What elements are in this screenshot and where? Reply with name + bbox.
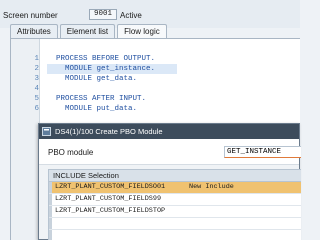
include-selection-header: INCLUDE Selection — [49, 170, 301, 182]
pbo-module-input[interactable] — [224, 146, 301, 158]
include-selection-table: INCLUDE Selection LZRT_PLANT_CUSTOM_FIEL… — [48, 169, 301, 240]
code-text: MODULE put_data. — [47, 105, 138, 113]
code-text: PROCESS BEFORE OUTPUT. — [47, 55, 156, 63]
line-number: 2 — [34, 65, 39, 73]
sap-window-icon — [42, 127, 51, 136]
row-selector[interactable] — [49, 194, 52, 205]
code-line: 3 MODULE get_data. — [11, 74, 301, 84]
pbo-module-label: PBO module — [48, 148, 94, 157]
include-row[interactable]: LZRT_PLANT_CUSTOM_FIELDSO01 New Include — [49, 182, 301, 194]
code-text: MODULE get_data. — [47, 75, 138, 83]
tab-flow-logic[interactable]: Flow logic — [117, 24, 167, 38]
include-name: LZRT_PLANT_CUSTOM_FIELDS99 — [55, 195, 162, 203]
dialog-title-bar[interactable]: DS4(1)/100 Create PBO Module — [39, 124, 299, 139]
code-line: 2 MODULE get_instance. — [11, 64, 301, 74]
line-number: 4 — [34, 85, 39, 93]
tab-attributes[interactable]: Attributes — [10, 24, 58, 38]
screen-status: Active — [120, 11, 142, 20]
line-number: 1 — [34, 55, 39, 63]
row-selector[interactable] — [49, 206, 52, 217]
row-selector[interactable] — [49, 218, 52, 229]
line-number: 6 — [34, 105, 39, 113]
line-number: 3 — [34, 75, 39, 83]
include-row[interactable]: LZRT_PLANT_CUSTOM_FIELDS99 — [49, 194, 301, 206]
pbo-module-row: PBO module — [39, 139, 301, 165]
include-name: LZRT_PLANT_CUSTOM_FIELDSTOP — [55, 207, 166, 215]
code-line: 4 — [11, 84, 301, 94]
code-line: 6 MODULE put_data. — [11, 104, 301, 114]
row-selector[interactable] — [49, 182, 52, 193]
include-row[interactable]: LZRT_PLANT_CUSTOM_FIELDSTOP — [49, 206, 301, 218]
code-text: PROCESS AFTER INPUT. — [47, 95, 147, 103]
screen-number-field[interactable]: 9001 — [89, 9, 117, 20]
tab-element-list[interactable]: Element list — [59, 24, 116, 38]
include-row-empty — [49, 218, 301, 230]
screen-number-label: Screen number — [3, 11, 58, 20]
create-pbo-module-dialog: DS4(1)/100 Create PBO Module PBO module … — [38, 123, 301, 240]
tab-strip: Attributes Element list Flow logic — [10, 24, 169, 38]
include-name: LZRT_PLANT_CUSTOM_FIELDSO01 — [55, 183, 166, 191]
code-line: 1 PROCESS BEFORE OUTPUT. — [11, 54, 301, 64]
include-row-empty — [49, 230, 301, 240]
row-selector[interactable] — [49, 230, 52, 240]
code-text: MODULE get_instance. — [47, 65, 156, 73]
dialog-title: DS4(1)/100 Create PBO Module — [55, 127, 163, 136]
code-line: 5 PROCESS AFTER INPUT. — [11, 94, 301, 104]
line-number: 5 — [34, 95, 39, 103]
include-description: New Include — [189, 183, 234, 191]
